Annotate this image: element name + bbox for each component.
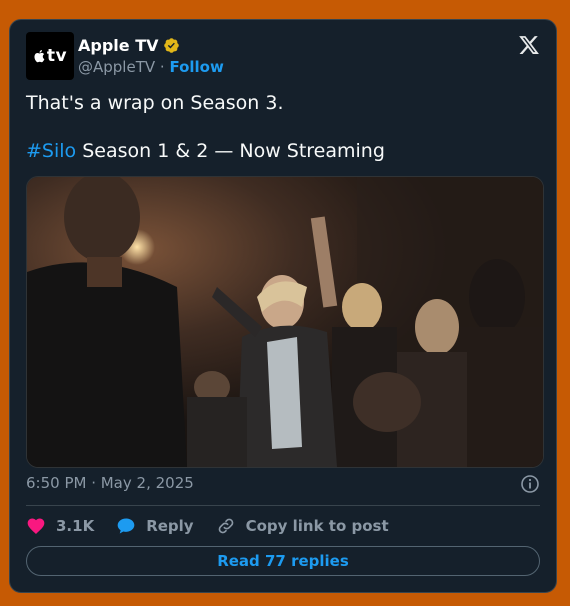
- copy-link-label: Copy link to post: [245, 517, 389, 535]
- x-logo-icon[interactable]: [518, 34, 540, 56]
- tweet-card: tv Apple TV @AppleTV · Follow That's a w…: [9, 19, 557, 593]
- timestamp-row: 6:50 PM · May 2, 2025: [26, 474, 540, 494]
- tweet-line-1: That's a wrap on Season 3.: [26, 92, 284, 114]
- tweet-line-2-text: Season 1 & 2 — Now Streaming: [76, 140, 385, 162]
- tweet-text: That's a wrap on Season 3. #Silo Season …: [26, 90, 540, 164]
- reply-button[interactable]: Reply: [116, 516, 194, 536]
- handle[interactable]: @AppleTV: [78, 58, 155, 76]
- like-button[interactable]: 3.1K: [26, 516, 94, 536]
- copy-link-button[interactable]: Copy link to post: [216, 516, 389, 536]
- info-icon[interactable]: [520, 474, 540, 494]
- tweet-header: tv Apple TV @AppleTV · Follow: [26, 32, 542, 82]
- divider: [26, 505, 540, 506]
- display-name[interactable]: Apple TV: [78, 36, 159, 55]
- hashtag-link[interactable]: #Silo: [26, 140, 76, 162]
- read-replies-button[interactable]: Read 77 replies: [26, 546, 540, 576]
- avatar[interactable]: tv: [26, 32, 74, 80]
- timestamp[interactable]: 6:50 PM · May 2, 2025: [26, 474, 194, 492]
- apple-logo-icon: [34, 50, 45, 63]
- reply-label: Reply: [146, 517, 194, 535]
- like-count: 3.1K: [56, 517, 95, 535]
- follow-button[interactable]: Follow: [169, 58, 223, 76]
- separator: ·: [155, 58, 170, 76]
- speech-bubble-icon: [117, 518, 135, 534]
- verified-badge-icon: [163, 37, 179, 53]
- link-icon: [218, 518, 233, 534]
- scene-photo: [27, 177, 543, 467]
- action-bar: 3.1K Reply Copy link to post: [26, 515, 540, 537]
- author-info: Apple TV @AppleTV · Follow: [78, 34, 224, 78]
- tweet-media-image[interactable]: [26, 176, 544, 468]
- heart-icon: [27, 518, 45, 534]
- avatar-text: tv: [46, 46, 68, 66]
- tweet-line-2: #Silo Season 1 & 2 — Now Streaming: [26, 138, 540, 164]
